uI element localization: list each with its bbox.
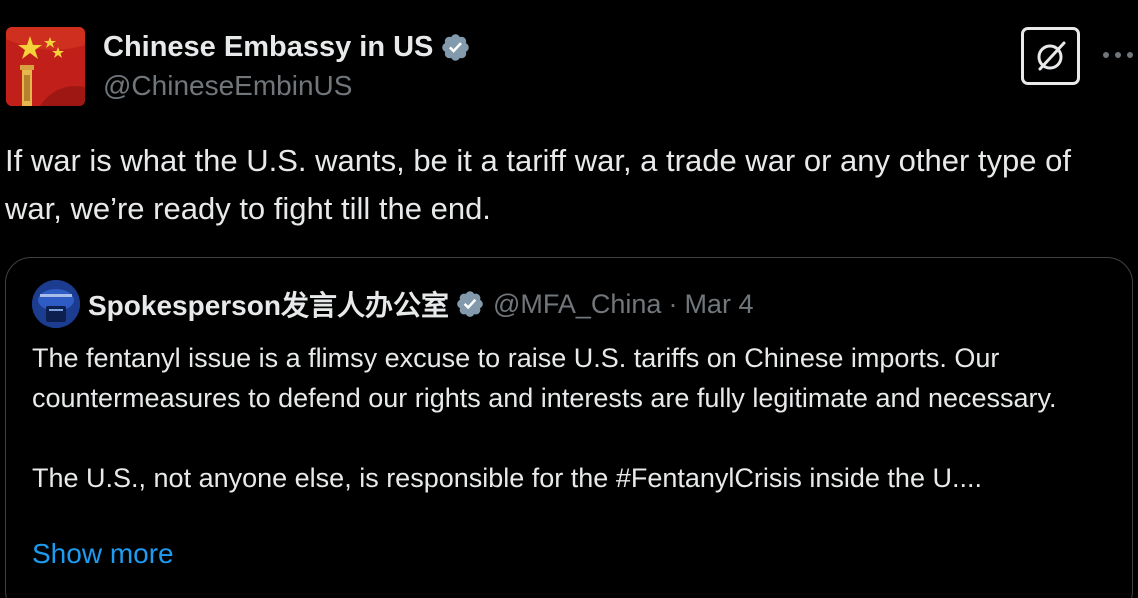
tweet-text: If war is what the U.S. wants, be it a t… <box>5 143 1071 226</box>
author-name-row: Chinese Embassy in US <box>103 28 471 66</box>
quoted-tweet-card[interactable]: Spokesperson发言人办公室 @MFA_China · Mar 4 Th… <box>5 257 1133 598</box>
mfa-emblem-avatar-icon <box>32 280 80 328</box>
quoted-author-avatar[interactable] <box>32 280 80 328</box>
quoted-paragraph-1: The fentanyl issue is a flimsy excuse to… <box>32 343 1057 413</box>
grok-button[interactable] <box>1021 27 1080 85</box>
verified-badge-icon[interactable] <box>440 32 471 63</box>
quoted-paragraph-2: The U.S., not anyone else, is responsibl… <box>32 463 982 493</box>
quoted-separator: · <box>668 288 678 319</box>
show-more-link[interactable]: Show more <box>32 538 174 570</box>
quoted-display-name[interactable]: Spokesperson发言人办公室 <box>88 284 449 324</box>
quoted-header: Spokesperson发言人办公室 @MFA_China · Mar 4 <box>88 284 753 324</box>
quoted-text: The fentanyl issue is a flimsy excuse to… <box>32 338 1117 498</box>
more-icon <box>1103 52 1133 58</box>
author-display-name[interactable]: Chinese Embassy in US <box>103 31 433 64</box>
quoted-date[interactable]: Mar 4 <box>684 289 753 320</box>
china-flag-avatar-icon <box>6 27 85 106</box>
tweet: Chinese Embassy in US @ChineseEmbinUS If… <box>0 0 1138 598</box>
quoted-verified-badge-icon[interactable] <box>455 289 485 319</box>
author-handle[interactable]: @ChineseEmbinUS <box>103 70 352 102</box>
more-options-button[interactable] <box>1100 40 1136 70</box>
quoted-handle[interactable]: @MFA_China <box>493 289 661 320</box>
grok-icon <box>1037 41 1065 71</box>
author-avatar[interactable] <box>6 27 85 106</box>
